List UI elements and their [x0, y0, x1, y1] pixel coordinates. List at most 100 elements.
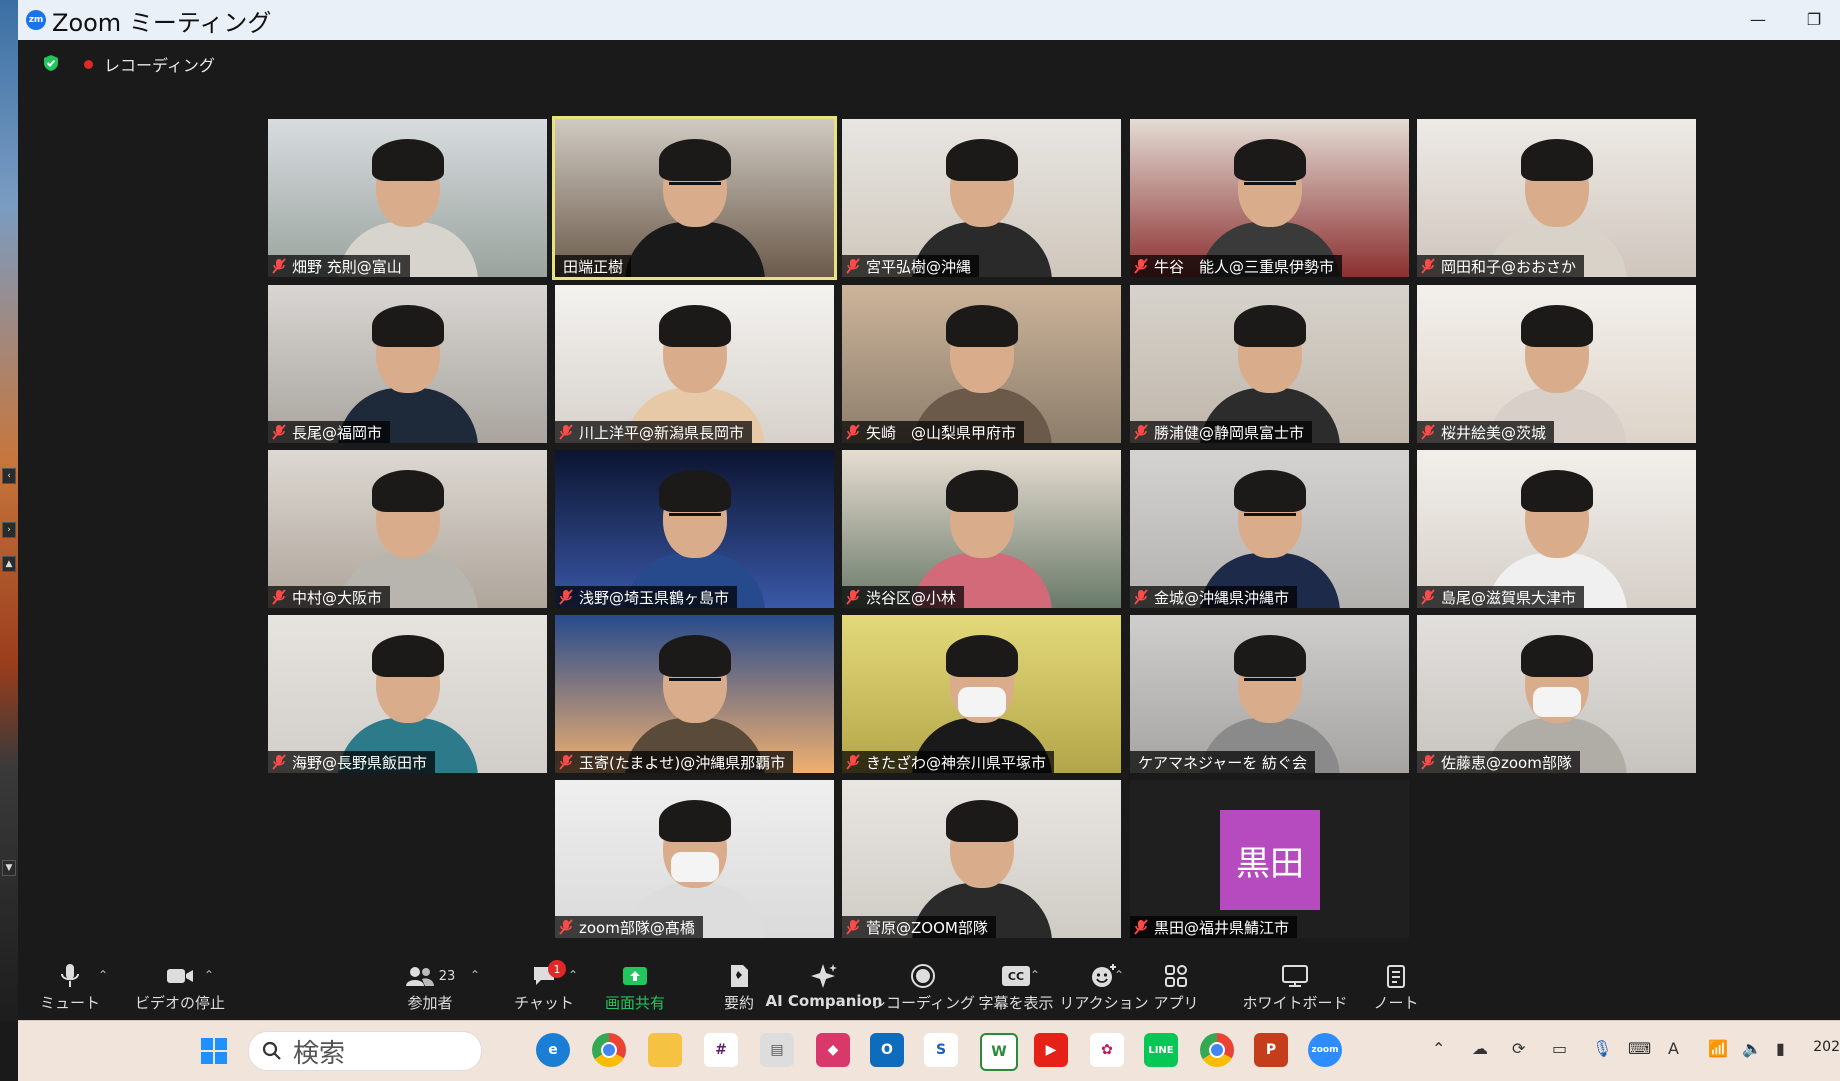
- mic-muted-icon: [1134, 424, 1148, 440]
- participant-name: 島尾@滋賀県大津市: [1441, 588, 1577, 607]
- participant-tile[interactable]: 長尾@福岡市: [268, 285, 547, 443]
- reactions-label: リアクション: [1059, 994, 1149, 1012]
- mute-button[interactable]: ミュート: [40, 956, 100, 1020]
- participant-name: 佐藤恵@zoom部隊: [1441, 753, 1572, 772]
- photos-icon[interactable]: ✿: [1090, 1033, 1124, 1067]
- scroll-down-icon[interactable]: ▼: [2, 860, 16, 876]
- participant-tile[interactable]: きたざわ@神奈川県平塚市: [842, 615, 1121, 773]
- participant-tile[interactable]: 牛谷 能人@三重県伊勢市: [1130, 119, 1409, 277]
- side-arrow-icon[interactable]: ›: [2, 522, 16, 538]
- battery-icon[interactable]: ▮: [1776, 1039, 1785, 1058]
- video-options-caret[interactable]: ⌃: [204, 968, 214, 982]
- mute-options-caret[interactable]: ⌃: [98, 968, 108, 982]
- clock[interactable]: 202: [1813, 1039, 1840, 1055]
- participant-name: 金城@沖縄県沖縄市: [1154, 588, 1290, 607]
- minimize-button[interactable]: —: [1738, 4, 1778, 34]
- stop-video-button[interactable]: ビデオの停止: [130, 956, 230, 1020]
- participant-tile[interactable]: 川上洋平@新潟県長岡市: [555, 285, 834, 443]
- scroll-up-icon[interactable]: ▲: [2, 556, 16, 572]
- apps-button[interactable]: アプリ: [1146, 956, 1206, 1020]
- wifi-icon[interactable]: 📶: [1708, 1039, 1728, 1058]
- participant-tile[interactable]: 菅原@ZOOM部隊: [842, 780, 1121, 938]
- closed-captions-icon: CC: [1002, 966, 1030, 986]
- file-explorer-icon[interactable]: [648, 1033, 682, 1067]
- participant-tile[interactable]: 宮平弘樹@沖縄: [842, 119, 1121, 277]
- mic-muted-icon: [1421, 589, 1435, 605]
- office-icon[interactable]: ◆: [816, 1033, 850, 1067]
- participant-tile[interactable]: 畑野 充則@富山: [268, 119, 547, 277]
- keyboard-icon[interactable]: ⌨: [1628, 1039, 1651, 1058]
- reactions-button[interactable]: リアクション: [1059, 956, 1149, 1020]
- participant-tile[interactable]: zoom部隊@髙橋: [555, 780, 834, 938]
- participant-tile[interactable]: 勝浦健@静岡県富士市: [1130, 285, 1409, 443]
- powerpoint-icon[interactable]: P: [1254, 1033, 1288, 1067]
- security-shield-icon[interactable]: [42, 54, 60, 72]
- chat-options-caret[interactable]: ⌃: [568, 968, 578, 982]
- participant-avatar: 黒田: [1220, 810, 1320, 910]
- side-arrow-icon[interactable]: ‹: [2, 468, 16, 484]
- chrome-icon[interactable]: [592, 1033, 626, 1067]
- volume-icon[interactable]: 🔈: [1742, 1039, 1762, 1058]
- ime-icon[interactable]: A: [1668, 1039, 1679, 1058]
- chrome-profile-icon[interactable]: [1200, 1033, 1234, 1067]
- onedrive-icon[interactable]: ☁: [1472, 1039, 1488, 1058]
- mic-muted-icon: [272, 258, 286, 274]
- participant-tile[interactable]: 金城@沖縄県沖縄市: [1130, 450, 1409, 608]
- participant-tile[interactable]: 佐藤恵@zoom部隊: [1417, 615, 1696, 773]
- windows-start-icon[interactable]: [200, 1037, 228, 1065]
- slack-icon[interactable]: #: [704, 1033, 738, 1067]
- video-camera-icon: [167, 969, 193, 983]
- share-screen-button[interactable]: 画面共有: [600, 956, 670, 1020]
- participant-name-bar: 玉寄(たまよせ)@沖縄県那覇市: [555, 751, 794, 773]
- captions-options-caret[interactable]: ⌃: [1030, 968, 1040, 982]
- recording-indicator[interactable]: レコーディング: [104, 52, 215, 76]
- taskbar-search[interactable]: 検索: [248, 1031, 482, 1071]
- participant-tile[interactable]: 岡田和子@おおさか: [1417, 119, 1696, 277]
- word-icon[interactable]: W: [980, 1033, 1018, 1071]
- participant-tile[interactable]: 矢崎 @山梨県甲府市: [842, 285, 1121, 443]
- zoom-app-icon[interactable]: zoom: [1308, 1033, 1342, 1067]
- captions-button[interactable]: CC 字幕を表示: [976, 956, 1056, 1020]
- participant-tile[interactable]: 島尾@滋賀県大津市: [1417, 450, 1696, 608]
- news-icon[interactable]: ▤: [760, 1033, 794, 1067]
- participant-name: 菅原@ZOOM部隊: [866, 918, 988, 937]
- participant-tile[interactable]: ケアマネジャーを 紡ぐ会: [1130, 615, 1409, 773]
- participant-name: 渋谷区@小林: [866, 588, 957, 607]
- participant-tile[interactable]: 浅野@埼玉県鶴ヶ島市: [555, 450, 834, 608]
- reactions-options-caret[interactable]: ⌃: [1114, 968, 1124, 982]
- participant-tile[interactable]: 渋谷区@小林: [842, 450, 1121, 608]
- cast-icon[interactable]: ▭: [1552, 1039, 1567, 1058]
- whiteboard-button[interactable]: ホワイトボード: [1240, 956, 1350, 1020]
- participant-name: 岡田和子@おおさか: [1441, 257, 1577, 276]
- restore-button[interactable]: ❐: [1794, 4, 1834, 34]
- participant-tile[interactable]: 黒田 黒田@福井県鯖江市: [1130, 780, 1409, 938]
- sync-icon[interactable]: ⟳: [1512, 1039, 1525, 1058]
- notes-button[interactable]: ノート: [1366, 956, 1426, 1020]
- participant-name-bar: zoom部隊@髙橋: [555, 916, 703, 938]
- tray-chevron-icon[interactable]: ⌃: [1432, 1039, 1445, 1058]
- outlook-icon[interactable]: O: [870, 1033, 904, 1067]
- participant-name-bar: 牛谷 能人@三重県伊勢市: [1130, 255, 1343, 277]
- recording-button[interactable]: レコーディング: [871, 956, 975, 1020]
- edge-icon[interactable]: e: [536, 1033, 570, 1067]
- participant-tile[interactable]: 田端正樹: [552, 116, 837, 280]
- ai-companion-button[interactable]: AI Companion: [765, 956, 883, 1020]
- youtube-icon[interactable]: ▶: [1034, 1033, 1068, 1067]
- participant-tile[interactable]: 海野@長野県飯田市: [268, 615, 547, 773]
- mic-muted-icon: [1134, 919, 1148, 935]
- tray-microphone-icon[interactable]: 🎙: [1592, 1039, 1612, 1058]
- summary-button[interactable]: 要約: [714, 956, 764, 1020]
- participants-button[interactable]: 23 参加者: [390, 956, 470, 1020]
- windows-taskbar: 検索 e # ▤ ◆ O S W ▶ ✿ LINE P zoom ⌃ ☁ ⟳ ▭…: [18, 1020, 1840, 1081]
- participant-tile[interactable]: 中村@大阪市: [268, 450, 547, 608]
- participant-tile[interactable]: 玉寄(たまよせ)@沖縄県那覇市: [555, 615, 834, 773]
- participants-options-caret[interactable]: ⌃: [470, 968, 480, 982]
- participant-name: 矢崎 @山梨県甲府市: [866, 423, 1017, 442]
- line-icon[interactable]: LINE: [1144, 1033, 1178, 1067]
- participant-name: 玉寄(たまよせ)@沖縄県那覇市: [579, 753, 786, 772]
- participant-tile[interactable]: 桜井絵美@茨城: [1417, 285, 1696, 443]
- mic-muted-icon: [846, 258, 860, 274]
- notes-label: ノート: [1373, 994, 1419, 1012]
- participant-name-bar: 勝浦健@静岡県富士市: [1130, 421, 1313, 443]
- sway-icon[interactable]: S: [924, 1033, 958, 1067]
